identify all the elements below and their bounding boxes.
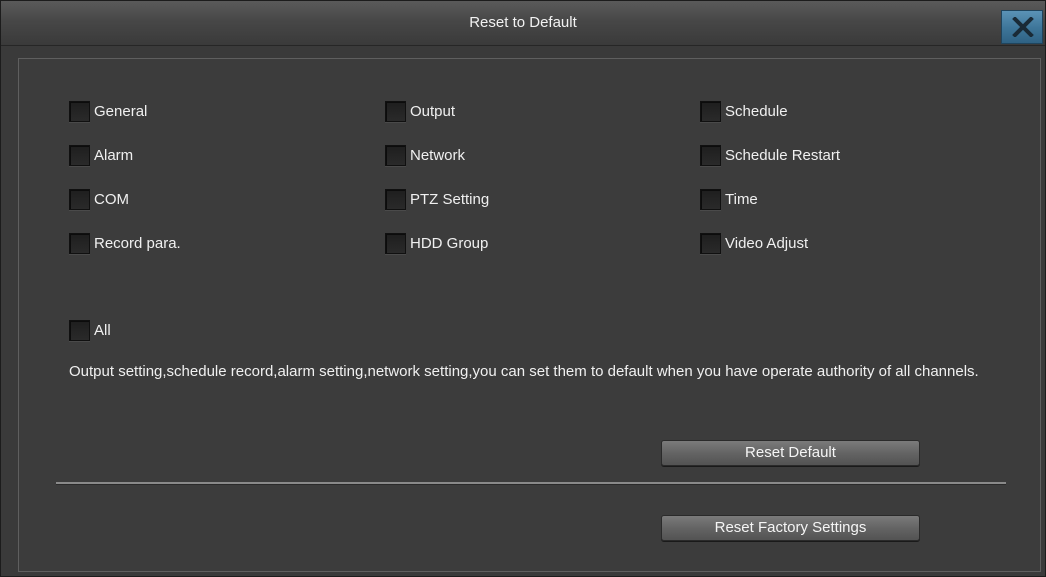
- description-text: Output setting,schedule record,alarm set…: [69, 363, 979, 380]
- option-record-para[interactable]: Record para.: [69, 231, 181, 255]
- network-checkbox[interactable]: [385, 144, 406, 166]
- all-label: All: [94, 321, 111, 339]
- general-checkbox[interactable]: [69, 100, 90, 122]
- all-checkbox[interactable]: [69, 319, 90, 341]
- hdd-group-label: HDD Group: [410, 234, 489, 252]
- record-para-checkbox[interactable]: [69, 232, 90, 254]
- option-network[interactable]: Network: [385, 143, 465, 167]
- close-button[interactable]: [1001, 10, 1043, 44]
- record-para-label: Record para.: [94, 234, 181, 252]
- option-time[interactable]: Time: [700, 187, 758, 211]
- video-adjust-label: Video Adjust: [725, 234, 809, 252]
- option-com[interactable]: COM: [69, 187, 129, 211]
- close-x-icon: [1012, 17, 1034, 37]
- alarm-checkbox[interactable]: [69, 144, 90, 166]
- output-label: Output: [410, 102, 456, 120]
- network-label: Network: [410, 146, 466, 164]
- alarm-label: Alarm: [94, 146, 134, 164]
- option-schedule-restart[interactable]: Schedule Restart: [700, 143, 840, 167]
- title-bar: Reset to Default: [1, 1, 1045, 46]
- schedule-restart-label: Schedule Restart: [725, 146, 841, 164]
- output-checkbox[interactable]: [385, 100, 406, 122]
- video-adjust-checkbox[interactable]: [700, 232, 721, 254]
- option-hdd-group[interactable]: HDD Group: [385, 231, 488, 255]
- options-panel: General Alarm COM Record para. Output Ne…: [18, 58, 1041, 572]
- ptz-setting-label: PTZ Setting: [410, 190, 490, 208]
- divider: [56, 482, 1006, 485]
- schedule-label: Schedule: [725, 102, 788, 120]
- schedule-restart-checkbox[interactable]: [700, 144, 721, 166]
- com-checkbox[interactable]: [69, 188, 90, 210]
- com-label: COM: [94, 190, 129, 208]
- option-ptz-setting[interactable]: PTZ Setting: [385, 187, 489, 211]
- reset-dialog: Reset to Default General Alarm COM Recor…: [0, 0, 1046, 577]
- schedule-checkbox[interactable]: [700, 100, 721, 122]
- ptz-setting-checkbox[interactable]: [385, 188, 406, 210]
- option-video-adjust[interactable]: Video Adjust: [700, 231, 808, 255]
- reset-factory-settings-button[interactable]: Reset Factory Settings: [661, 515, 920, 541]
- hdd-group-checkbox[interactable]: [385, 232, 406, 254]
- option-all[interactable]: All: [69, 318, 111, 342]
- general-label: General: [94, 102, 148, 120]
- reset-default-button[interactable]: Reset Default: [661, 440, 920, 466]
- option-general[interactable]: General: [69, 99, 147, 123]
- option-schedule[interactable]: Schedule: [700, 99, 788, 123]
- time-checkbox[interactable]: [700, 188, 721, 210]
- option-alarm[interactable]: Alarm: [69, 143, 133, 167]
- time-label: Time: [725, 190, 758, 208]
- option-output[interactable]: Output: [385, 99, 455, 123]
- dialog-title: Reset to Default: [469, 14, 577, 31]
